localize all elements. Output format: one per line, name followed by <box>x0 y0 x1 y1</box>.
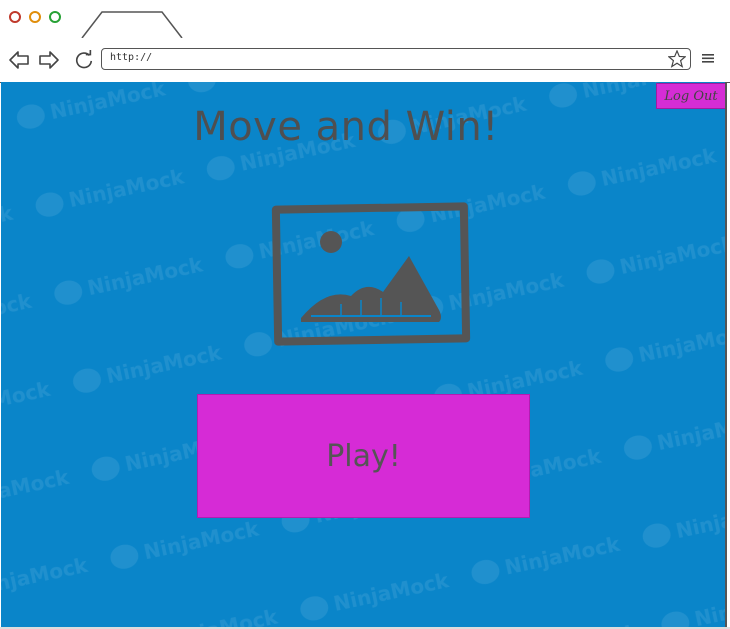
star-icon[interactable] <box>668 50 686 68</box>
browser-nav-bar: http:// <box>0 38 730 83</box>
play-button-label: Play! <box>326 438 401 474</box>
hamburger-menu-icon[interactable] <box>700 50 716 66</box>
page-title: Move and Win! <box>193 104 499 150</box>
reload-icon[interactable] <box>73 50 95 70</box>
address-bar[interactable]: http:// <box>101 48 691 70</box>
page-canvas: NinjaMock Log Out Move and Win! Play! <box>1 82 727 627</box>
maximize-window-icon[interactable] <box>49 11 61 23</box>
watermark-pattern: NinjaMock <box>1 82 725 627</box>
browser-title-bar <box>0 0 730 39</box>
image-placeholder-icon <box>271 202 471 346</box>
arrow-right-icon[interactable] <box>38 50 60 70</box>
play-button[interactable]: Play! <box>197 394 530 518</box>
minimize-window-icon[interactable] <box>29 11 41 23</box>
browser-tab[interactable] <box>80 8 190 39</box>
close-window-icon[interactable] <box>9 11 21 23</box>
arrow-left-icon[interactable] <box>8 50 30 70</box>
address-bar-text: http:// <box>110 52 153 63</box>
